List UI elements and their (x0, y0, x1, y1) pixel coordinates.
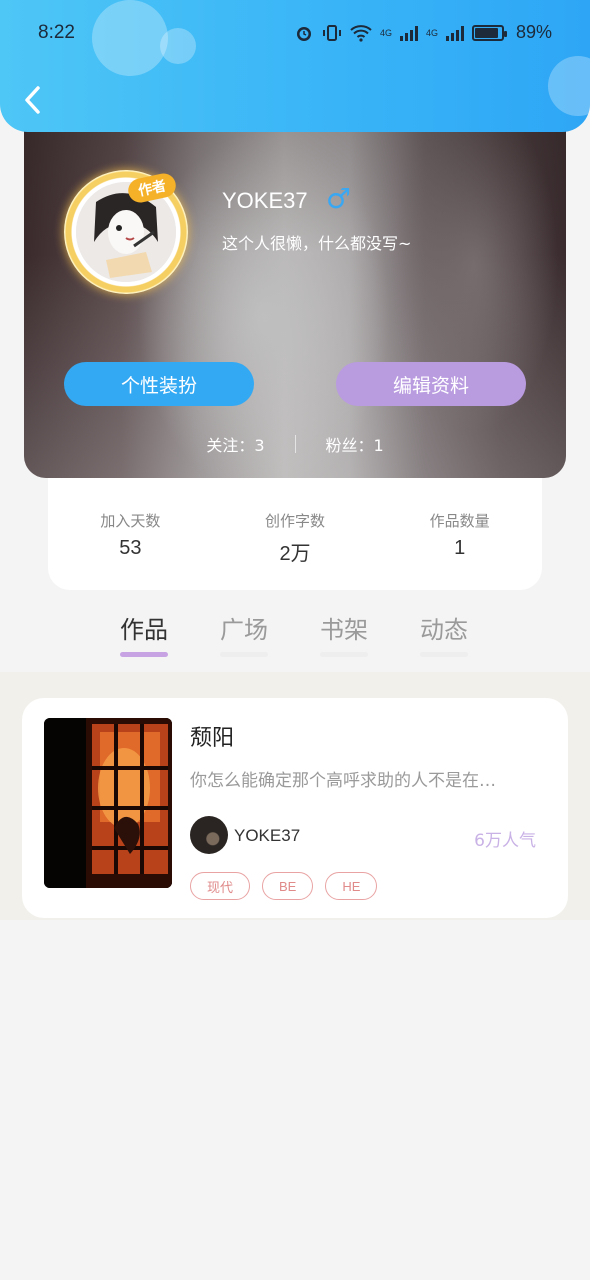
battery-icon (471, 24, 507, 41)
book-cover-image (44, 718, 172, 888)
tab-bookshelf[interactable]: 书架 (294, 606, 394, 662)
tab-indicator (320, 652, 368, 657)
avatar[interactable]: 作者 (64, 170, 188, 294)
stat-value: 2万 (279, 543, 311, 565)
tab-label: 动态 (420, 616, 468, 644)
book-card[interactable]: 颓阳 你怎么能确定那个高呼求助的人不是在… YOKE37 6万人气 现代 BE … (22, 698, 568, 918)
tag-chip[interactable]: 现代 (190, 872, 251, 900)
signal-icon (399, 25, 418, 41)
network-type-1: 4G (379, 27, 392, 38)
stat-label: 创作字数 (265, 512, 326, 530)
user-bio: 这个人很懒，什么都没写~ (222, 234, 412, 253)
stat-label: 作品数量 (429, 512, 490, 530)
author-avatar (190, 816, 228, 854)
battery-percent: 89% (515, 22, 552, 42)
book-cover (44, 718, 172, 888)
tab-indicator (220, 652, 268, 657)
stats-card: 加入天数 53 创作字数 2万 作品数量 1 (48, 478, 542, 590)
book-title: 颓阳 (190, 726, 235, 751)
stat-join-days: 加入天数 53 (48, 478, 213, 590)
status-bar: 8:22 4G 4G 89% (0, 20, 590, 48)
tab-square[interactable]: 广场 (194, 606, 294, 662)
book-popularity: 6万人气 (474, 831, 536, 851)
alarm-icon (296, 26, 311, 41)
dress-up-button[interactable]: 个性装扮 (64, 362, 254, 406)
wifi-icon (350, 24, 372, 42)
book-description: 你怎么能确定那个高呼求助的人不是在… (190, 771, 496, 791)
signal-icon (445, 25, 464, 41)
stat-value: 53 (119, 537, 142, 559)
stat-label: 加入天数 (100, 512, 161, 530)
tab-label: 广场 (220, 616, 268, 644)
stat-works-count: 作品数量 1 (377, 478, 542, 590)
stat-value: 1 (454, 537, 466, 559)
follow-stats: 关注：3 粉丝：1 (24, 432, 566, 456)
vibrate-icon (322, 24, 341, 41)
tag-chip[interactable]: BE (262, 872, 314, 900)
tab-indicator (120, 652, 168, 657)
back-arrow-icon[interactable] (20, 84, 48, 116)
stat-word-count: 创作字数 2万 (213, 478, 378, 590)
network-type-2: 4G (425, 27, 438, 38)
following-count[interactable]: 关注：3 (206, 432, 264, 456)
profile-card: 作者 YOKE37 ♂ 这个人很懒，什么都没写~ 个性装扮 编辑资料 关注：3 … (24, 104, 566, 478)
top-header: 8:22 4G 4G 89% (0, 0, 590, 132)
edit-profile-button[interactable]: 编辑资料 (336, 362, 526, 406)
status-time: 8:22 (38, 22, 75, 43)
profile-tabs: 作品 广场 书架 动态 (94, 606, 494, 662)
status-icons: 4G 4G 89% (294, 22, 552, 43)
tab-works[interactable]: 作品 (94, 606, 194, 662)
decorative-bubble (548, 56, 590, 116)
divider (294, 435, 296, 453)
fans-count[interactable]: 粉丝：1 (326, 432, 384, 456)
book-author: YOKE37 (234, 826, 301, 845)
tab-indicator (420, 652, 468, 657)
book-tags: 现代 BE HE (190, 872, 378, 900)
tab-activity[interactable]: 动态 (394, 606, 494, 662)
tab-label: 作品 (120, 616, 168, 644)
username: YOKE37 (222, 188, 308, 213)
male-gender-icon: ♂ (326, 182, 352, 215)
tag-chip[interactable]: HE (325, 872, 378, 900)
tab-label: 书架 (320, 616, 368, 644)
